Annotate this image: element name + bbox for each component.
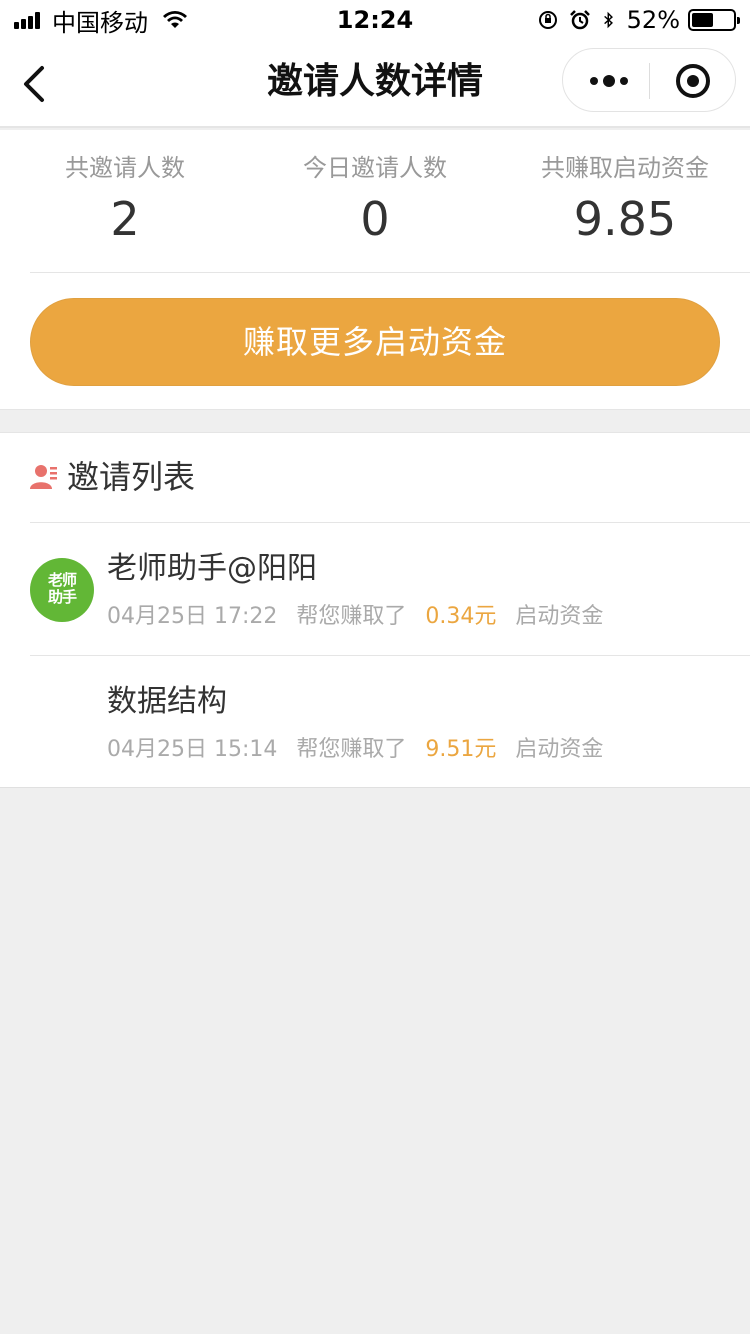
more-icon[interactable]: [589, 71, 629, 91]
stat-label: 共邀请人数: [65, 154, 185, 182]
battery-percent: 52%: [626, 6, 680, 34]
invite-date: 04月25日 17:22: [107, 604, 278, 629]
earn-suffix: 启动资金: [515, 604, 604, 629]
stats-divider: [30, 272, 750, 273]
status-right: 52%: [537, 4, 740, 36]
rotation-lock-icon: [538, 11, 557, 29]
invite-list: 邀请列表 老师 助手 老师助手@阳阳 04月25日 17:22 帮您赚取了 0.…: [0, 432, 750, 788]
earn-suffix: 启动资金: [515, 737, 604, 762]
avatar-text-line: 助手: [47, 588, 77, 606]
invitee-meta: 04月25日 17:22 帮您赚取了 0.34元 启动资金: [107, 600, 615, 634]
earn-amount: 9.51元: [425, 737, 497, 762]
stat-total-earned: 共赚取启动资金 9.85: [500, 150, 750, 250]
bluetooth-icon: [603, 11, 613, 29]
invitee-name: 老师助手@阳阳: [107, 551, 317, 586]
list-item[interactable]: 老师 助手 老师助手@阳阳 04月25日 17:22 帮您赚取了 0.34元 启…: [30, 524, 750, 656]
invite-date: 04月25日 15:14: [107, 737, 278, 762]
earn-prefix: 帮您赚取了: [296, 737, 407, 762]
invite-list-title: 邀请列表: [67, 458, 196, 496]
avatar: 老师 助手: [30, 558, 94, 622]
list-item[interactable]: 数据结构 04月25日 15:14 帮您赚取了 9.51元 启动资金: [30, 657, 750, 789]
contact-card-icon: [30, 465, 57, 489]
earn-more-button[interactable]: 赚取更多启动资金: [30, 298, 720, 386]
stat-value: 2: [110, 192, 140, 246]
battery-icon: [688, 9, 740, 31]
mini-program-capsule: [562, 48, 736, 112]
earn-amount: 0.34元: [425, 604, 497, 629]
stat-label: 今日邀请人数: [303, 154, 447, 182]
stat-value: 9.85: [573, 192, 677, 246]
avatar-text-line: 老师: [47, 571, 77, 589]
stat-total-invites: 共邀请人数 2: [0, 150, 250, 250]
stat-label: 共赚取启动资金: [541, 154, 709, 182]
capsule-divider: [649, 63, 650, 99]
navigation-bar: 邀请人数详情: [0, 40, 750, 128]
stats-panel: 共邀请人数 2 今日邀请人数 0 共赚取启动资金 9.85 赚取更多启动资金: [0, 130, 750, 410]
close-target-icon[interactable]: [675, 63, 711, 99]
stat-today-invites: 今日邀请人数 0: [250, 150, 500, 250]
alarm-icon: [569, 10, 590, 30]
invitee-meta: 04月25日 15:14 帮您赚取了 9.51元 启动资金: [107, 733, 615, 767]
status-bar: 中国移动 12:24 52%: [0, 0, 750, 40]
stat-value: 0: [360, 192, 390, 246]
earn-prefix: 帮您赚取了: [296, 604, 407, 629]
invite-list-header: 邀请列表: [30, 433, 750, 523]
invitee-name: 数据结构: [107, 684, 227, 719]
